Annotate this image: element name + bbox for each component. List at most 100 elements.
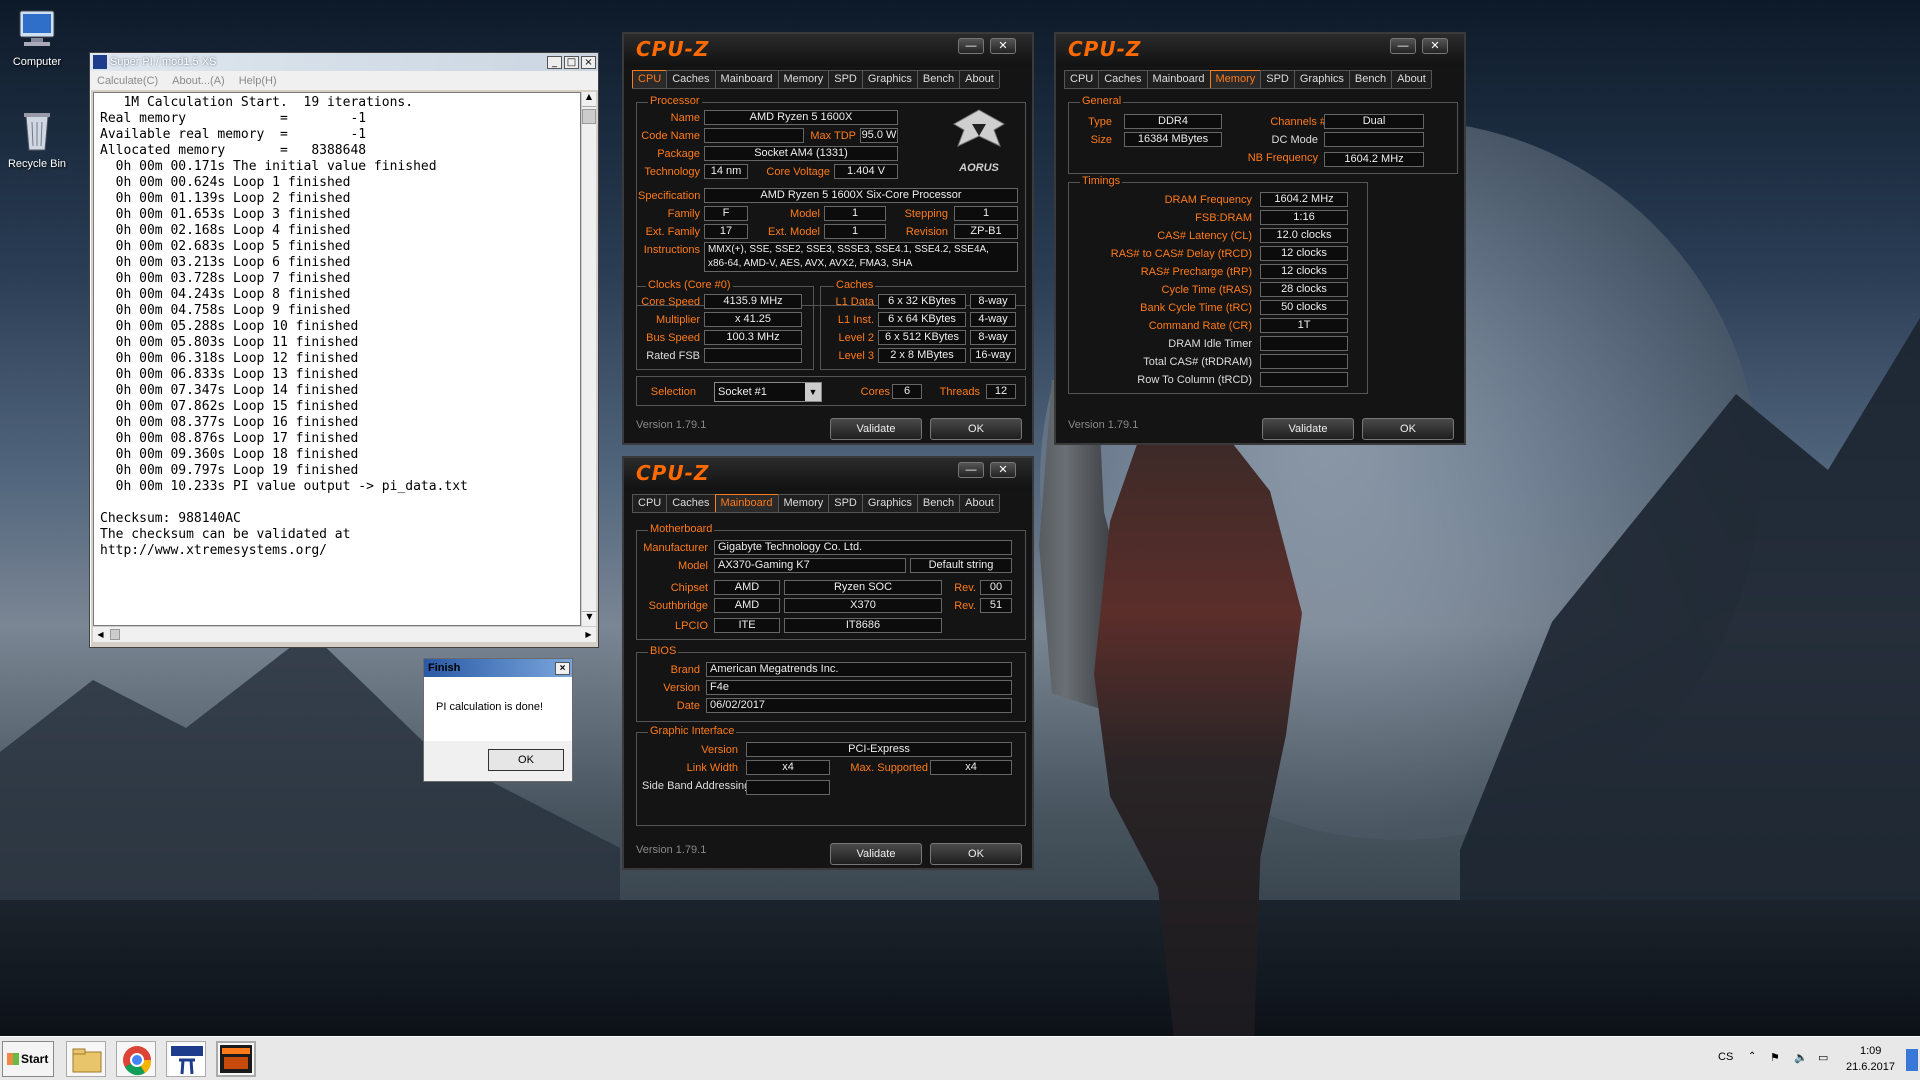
label: Version xyxy=(663,682,700,694)
tab-bench[interactable]: Bench xyxy=(1348,70,1393,88)
tab-caches[interactable]: Caches xyxy=(666,494,716,512)
tab-cpu[interactable]: CPU xyxy=(1064,70,1100,88)
tab-about[interactable]: About xyxy=(959,70,1000,88)
close-button[interactable]: ✕ xyxy=(1422,38,1448,54)
tab-caches[interactable]: Caches xyxy=(666,70,716,88)
sideband-value xyxy=(746,780,830,795)
ok-button[interactable]: OK xyxy=(930,843,1022,865)
console-line: 0h 00m 09.360s Loop 18 finished xyxy=(100,447,359,462)
lpcio-vendor: ITE xyxy=(714,618,780,633)
validate-button[interactable]: Validate xyxy=(1262,418,1354,440)
language-indicator[interactable]: CS xyxy=(1718,1051,1733,1063)
tab-bench[interactable]: Bench xyxy=(916,494,961,512)
tab-memory[interactable]: Memory xyxy=(777,70,830,88)
scrollbar-thumb[interactable] xyxy=(582,109,596,124)
minimize-button[interactable]: — xyxy=(958,38,984,54)
timing-value: 12 clocks xyxy=(1260,246,1348,261)
network-icon[interactable]: ▭ xyxy=(1818,1051,1828,1064)
linkwidth-value: x4 xyxy=(746,760,830,775)
tab-spd[interactable]: SPD xyxy=(828,70,863,88)
volume-icon[interactable]: 🔈 xyxy=(1794,1051,1808,1064)
tab-graphics[interactable]: Graphics xyxy=(861,494,918,512)
ok-button[interactable]: OK xyxy=(1362,418,1454,440)
console-line: 0h 00m 01.653s Loop 3 finished xyxy=(100,207,351,222)
tab-memory[interactable]: Memory xyxy=(777,494,830,512)
maximize-button[interactable]: □ xyxy=(564,55,579,69)
tab-graphics[interactable]: Graphics xyxy=(1293,70,1350,88)
tab-mainboard[interactable]: Mainboard xyxy=(714,70,779,88)
cpuz-titlebar[interactable]: CPU-Z — ✕ xyxy=(1056,34,1464,66)
horizontal-scrollbar[interactable]: ◀ ▶ xyxy=(93,626,596,642)
tab-spd[interactable]: SPD xyxy=(828,494,863,512)
tab-caches[interactable]: Caches xyxy=(1098,70,1148,88)
scroll-right-arrow-icon[interactable]: ▶ xyxy=(581,627,596,642)
scroll-left-arrow-icon[interactable]: ◀ xyxy=(93,627,108,642)
finish-titlebar[interactable]: Finish × xyxy=(424,659,572,677)
explorer-taskbar-icon[interactable] xyxy=(66,1041,106,1077)
label: Version xyxy=(701,744,738,756)
hscroll-thumb[interactable] xyxy=(110,629,120,640)
chipset-rev: 00 xyxy=(980,580,1012,595)
cpuz-titlebar[interactable]: CPU-Z — ✕ xyxy=(624,34,1032,66)
menu-help[interactable]: Help(H) xyxy=(239,75,277,87)
close-button[interactable]: × xyxy=(581,55,596,69)
channels-value: Dual xyxy=(1324,114,1424,129)
label: Rev. xyxy=(954,600,976,612)
tab-cpu[interactable]: CPU xyxy=(632,70,668,88)
label: Bus Speed xyxy=(646,332,700,344)
cpuz-window-memory: CPU-Z — ✕ CPU Caches Mainboard Memory SP… xyxy=(1054,32,1466,445)
scroll-down-arrow-icon[interactable]: ▼ xyxy=(582,611,597,626)
clock-time[interactable]: 1:09 xyxy=(1860,1045,1881,1057)
tab-mainboard[interactable]: Mainboard xyxy=(714,494,779,512)
scroll-up-arrow-icon[interactable]: ▲ xyxy=(582,92,596,107)
chevron-down-icon[interactable]: ▼ xyxy=(805,383,821,401)
close-button[interactable]: ✕ xyxy=(990,462,1016,478)
label: Cores xyxy=(860,386,890,398)
clock-date[interactable]: 21.6.2017 xyxy=(1846,1061,1895,1073)
timing-label: DRAM Idle Timer xyxy=(1168,338,1252,350)
cpuz-taskbar-icon[interactable] xyxy=(216,1041,256,1077)
tab-cpu[interactable]: CPU xyxy=(632,494,668,512)
tab-bench[interactable]: Bench xyxy=(916,70,961,88)
output-console[interactable]: 1M Calculation Start. 19 iterations. Real… xyxy=(93,92,581,626)
close-button[interactable]: ✕ xyxy=(990,38,1016,54)
ok-button[interactable]: OK xyxy=(488,749,564,771)
superpi-titlebar[interactable]: Super PI / mod1.5 XS _ □ × xyxy=(90,53,598,71)
show-desktop-button[interactable] xyxy=(1906,1049,1918,1071)
flag-icon[interactable]: ⚑ xyxy=(1770,1051,1780,1064)
timing-value: 1604.2 MHz xyxy=(1260,192,1348,207)
vertical-scrollbar[interactable]: ▲ ▼ xyxy=(581,92,597,626)
desktop-icon-computer[interactable]: Computer xyxy=(0,8,74,68)
minimize-button[interactable]: — xyxy=(1390,38,1416,54)
desktop-icon-recycle-bin[interactable]: Recycle Bin xyxy=(0,110,74,170)
label: Chipset xyxy=(670,582,708,594)
tab-mainboard[interactable]: Mainboard xyxy=(1146,70,1211,88)
selection-dropdown[interactable]: Socket #1 ▼ xyxy=(714,382,822,402)
tab-about[interactable]: About xyxy=(1391,70,1432,88)
label: Instructions xyxy=(643,244,700,256)
label: Ext. Model xyxy=(768,226,820,238)
timing-label: CAS# Latency (CL) xyxy=(1157,230,1252,242)
tray-expand-icon[interactable]: ⌃ xyxy=(1748,1051,1756,1062)
tab-spd[interactable]: SPD xyxy=(1260,70,1295,88)
label: Technology xyxy=(644,166,700,178)
minimize-button[interactable]: — xyxy=(958,462,984,478)
menu-about[interactable]: About...(A) xyxy=(172,75,225,87)
start-button[interactable]: Start xyxy=(2,1041,54,1077)
label: Level 3 xyxy=(838,350,874,362)
l1inst-way: 4-way xyxy=(970,312,1016,327)
tab-graphics[interactable]: Graphics xyxy=(861,70,918,88)
validate-button[interactable]: Validate xyxy=(830,418,922,440)
tab-about[interactable]: About xyxy=(959,494,1000,512)
validate-button[interactable]: Validate xyxy=(830,843,922,865)
timing-label: Command Rate (CR) xyxy=(1148,320,1252,332)
chrome-taskbar-icon[interactable] xyxy=(116,1041,156,1077)
ok-button[interactable]: OK xyxy=(930,418,1022,440)
superpi-taskbar-icon[interactable] xyxy=(166,1041,206,1077)
menu-calculate[interactable]: Calculate(C) xyxy=(97,75,158,87)
level3-value: 2 x 8 MBytes xyxy=(878,348,966,363)
tab-memory[interactable]: Memory xyxy=(1209,70,1262,88)
cpuz-titlebar[interactable]: CPU-Z — ✕ xyxy=(624,458,1032,490)
minimize-button[interactable]: _ xyxy=(547,55,562,69)
close-button[interactable]: × xyxy=(555,661,570,675)
